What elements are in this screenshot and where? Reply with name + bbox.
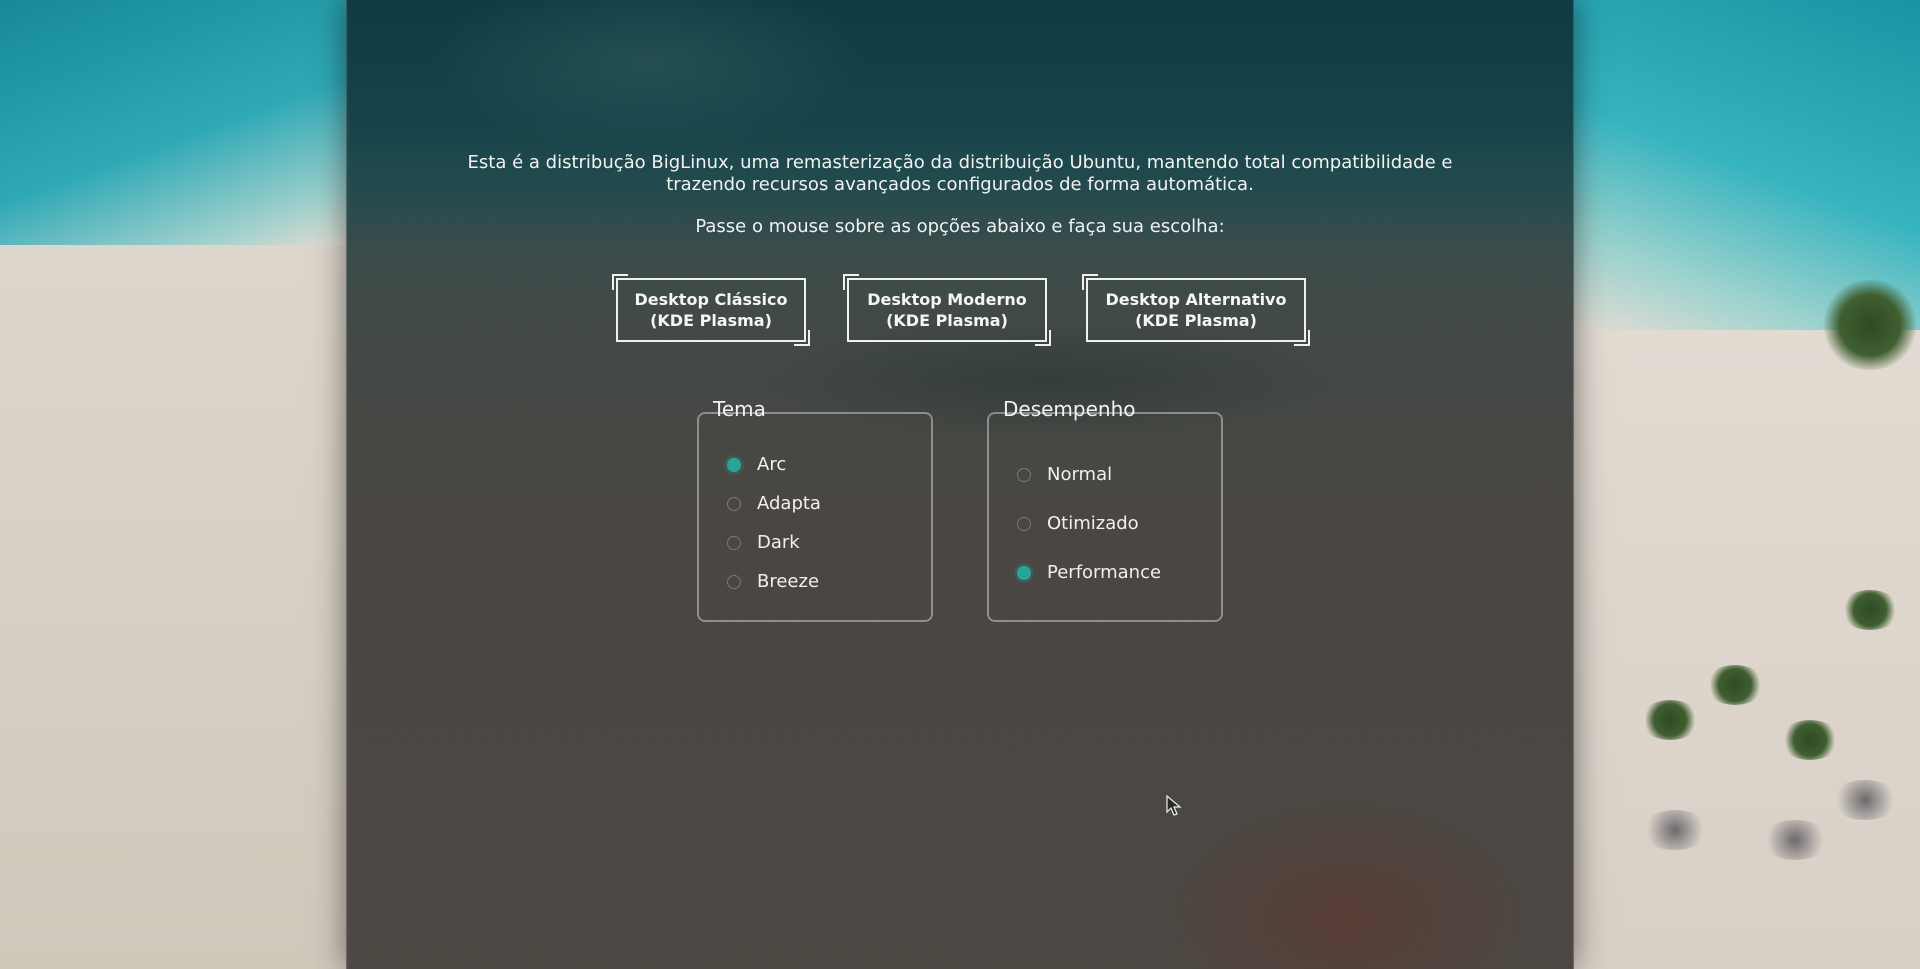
radio-checked-icon[interactable]: [1017, 565, 1031, 580]
desktop-modern-sublabel: (KDE Plasma): [886, 311, 1008, 330]
background-sand-right: [1572, 330, 1920, 969]
background-sand-left: [0, 245, 350, 969]
theme-option-dark[interactable]: Dark: [727, 532, 800, 553]
radio-unchecked-icon[interactable]: [727, 496, 741, 511]
desktop-alternative-sublabel: (KDE Plasma): [1135, 311, 1257, 330]
radio-unchecked-icon[interactable]: [1017, 516, 1031, 531]
desktop-classic-label: Desktop Clássico: [634, 290, 788, 309]
desktop-alternative-button[interactable]: Desktop Alternativo (KDE Plasma): [1082, 274, 1310, 346]
performance-option-label: Otimizado: [1047, 513, 1139, 534]
background-sea-left: [0, 0, 350, 245]
performance-option-optimized[interactable]: Otimizado: [1017, 513, 1139, 534]
radio-unchecked-icon[interactable]: [727, 574, 741, 589]
intro-text: Esta é a distribução BigLinux, uma remas…: [347, 152, 1573, 238]
performance-option-label: Normal: [1047, 464, 1113, 485]
theme-option-adapta[interactable]: Adapta: [727, 493, 821, 514]
desktop-modern-label: Desktop Moderno: [867, 290, 1027, 309]
palm-tree: [1640, 700, 1700, 740]
radio-unchecked-icon[interactable]: [727, 535, 741, 550]
intro-hint: Passe o mouse sobre as opções abaixo e f…: [695, 216, 1225, 237]
theme-option-label: Dark: [757, 532, 800, 553]
theme-option-breeze[interactable]: Breeze: [727, 571, 819, 592]
radio-checked-icon[interactable]: [727, 457, 741, 472]
theme-group-title: Tema: [713, 397, 766, 421]
tree-shadow: [1760, 820, 1830, 860]
palm-tree: [1705, 665, 1765, 705]
desktop-classic-button[interactable]: Desktop Clássico (KDE Plasma): [612, 274, 810, 346]
palm-tree: [1820, 280, 1920, 370]
tree-shadow: [1830, 780, 1900, 820]
desktop-modern-button[interactable]: Desktop Moderno (KDE Plasma): [843, 274, 1051, 346]
welcome-panel: Esta é a distribução BigLinux, uma remas…: [346, 0, 1574, 969]
palm-tree: [1840, 590, 1900, 630]
panel-background-texture: [347, 0, 1573, 969]
theme-group: Tema Arc Adapta Dark Breeze: [697, 397, 933, 622]
performance-group-title: Desempenho: [1003, 397, 1136, 421]
performance-option-normal[interactable]: Normal: [1017, 464, 1112, 485]
performance-option-performance[interactable]: Performance: [1017, 562, 1161, 583]
performance-group: Desempenho Normal Otimizado Performance: [987, 397, 1223, 622]
desktop-classic-sublabel: (KDE Plasma): [650, 311, 772, 330]
palm-tree: [1780, 720, 1840, 760]
theme-option-arc[interactable]: Arc: [727, 454, 786, 475]
theme-option-label: Adapta: [757, 493, 821, 514]
theme-option-label: Breeze: [757, 571, 820, 592]
intro-description: Esta é a distribução BigLinux, uma remas…: [467, 152, 1453, 195]
performance-option-label: Performance: [1047, 562, 1162, 583]
tree-shadow: [1640, 810, 1710, 850]
theme-option-label: Arc: [757, 454, 787, 475]
desktop-alternative-label: Desktop Alternativo: [1105, 290, 1287, 309]
radio-unchecked-icon[interactable]: [1017, 467, 1031, 482]
